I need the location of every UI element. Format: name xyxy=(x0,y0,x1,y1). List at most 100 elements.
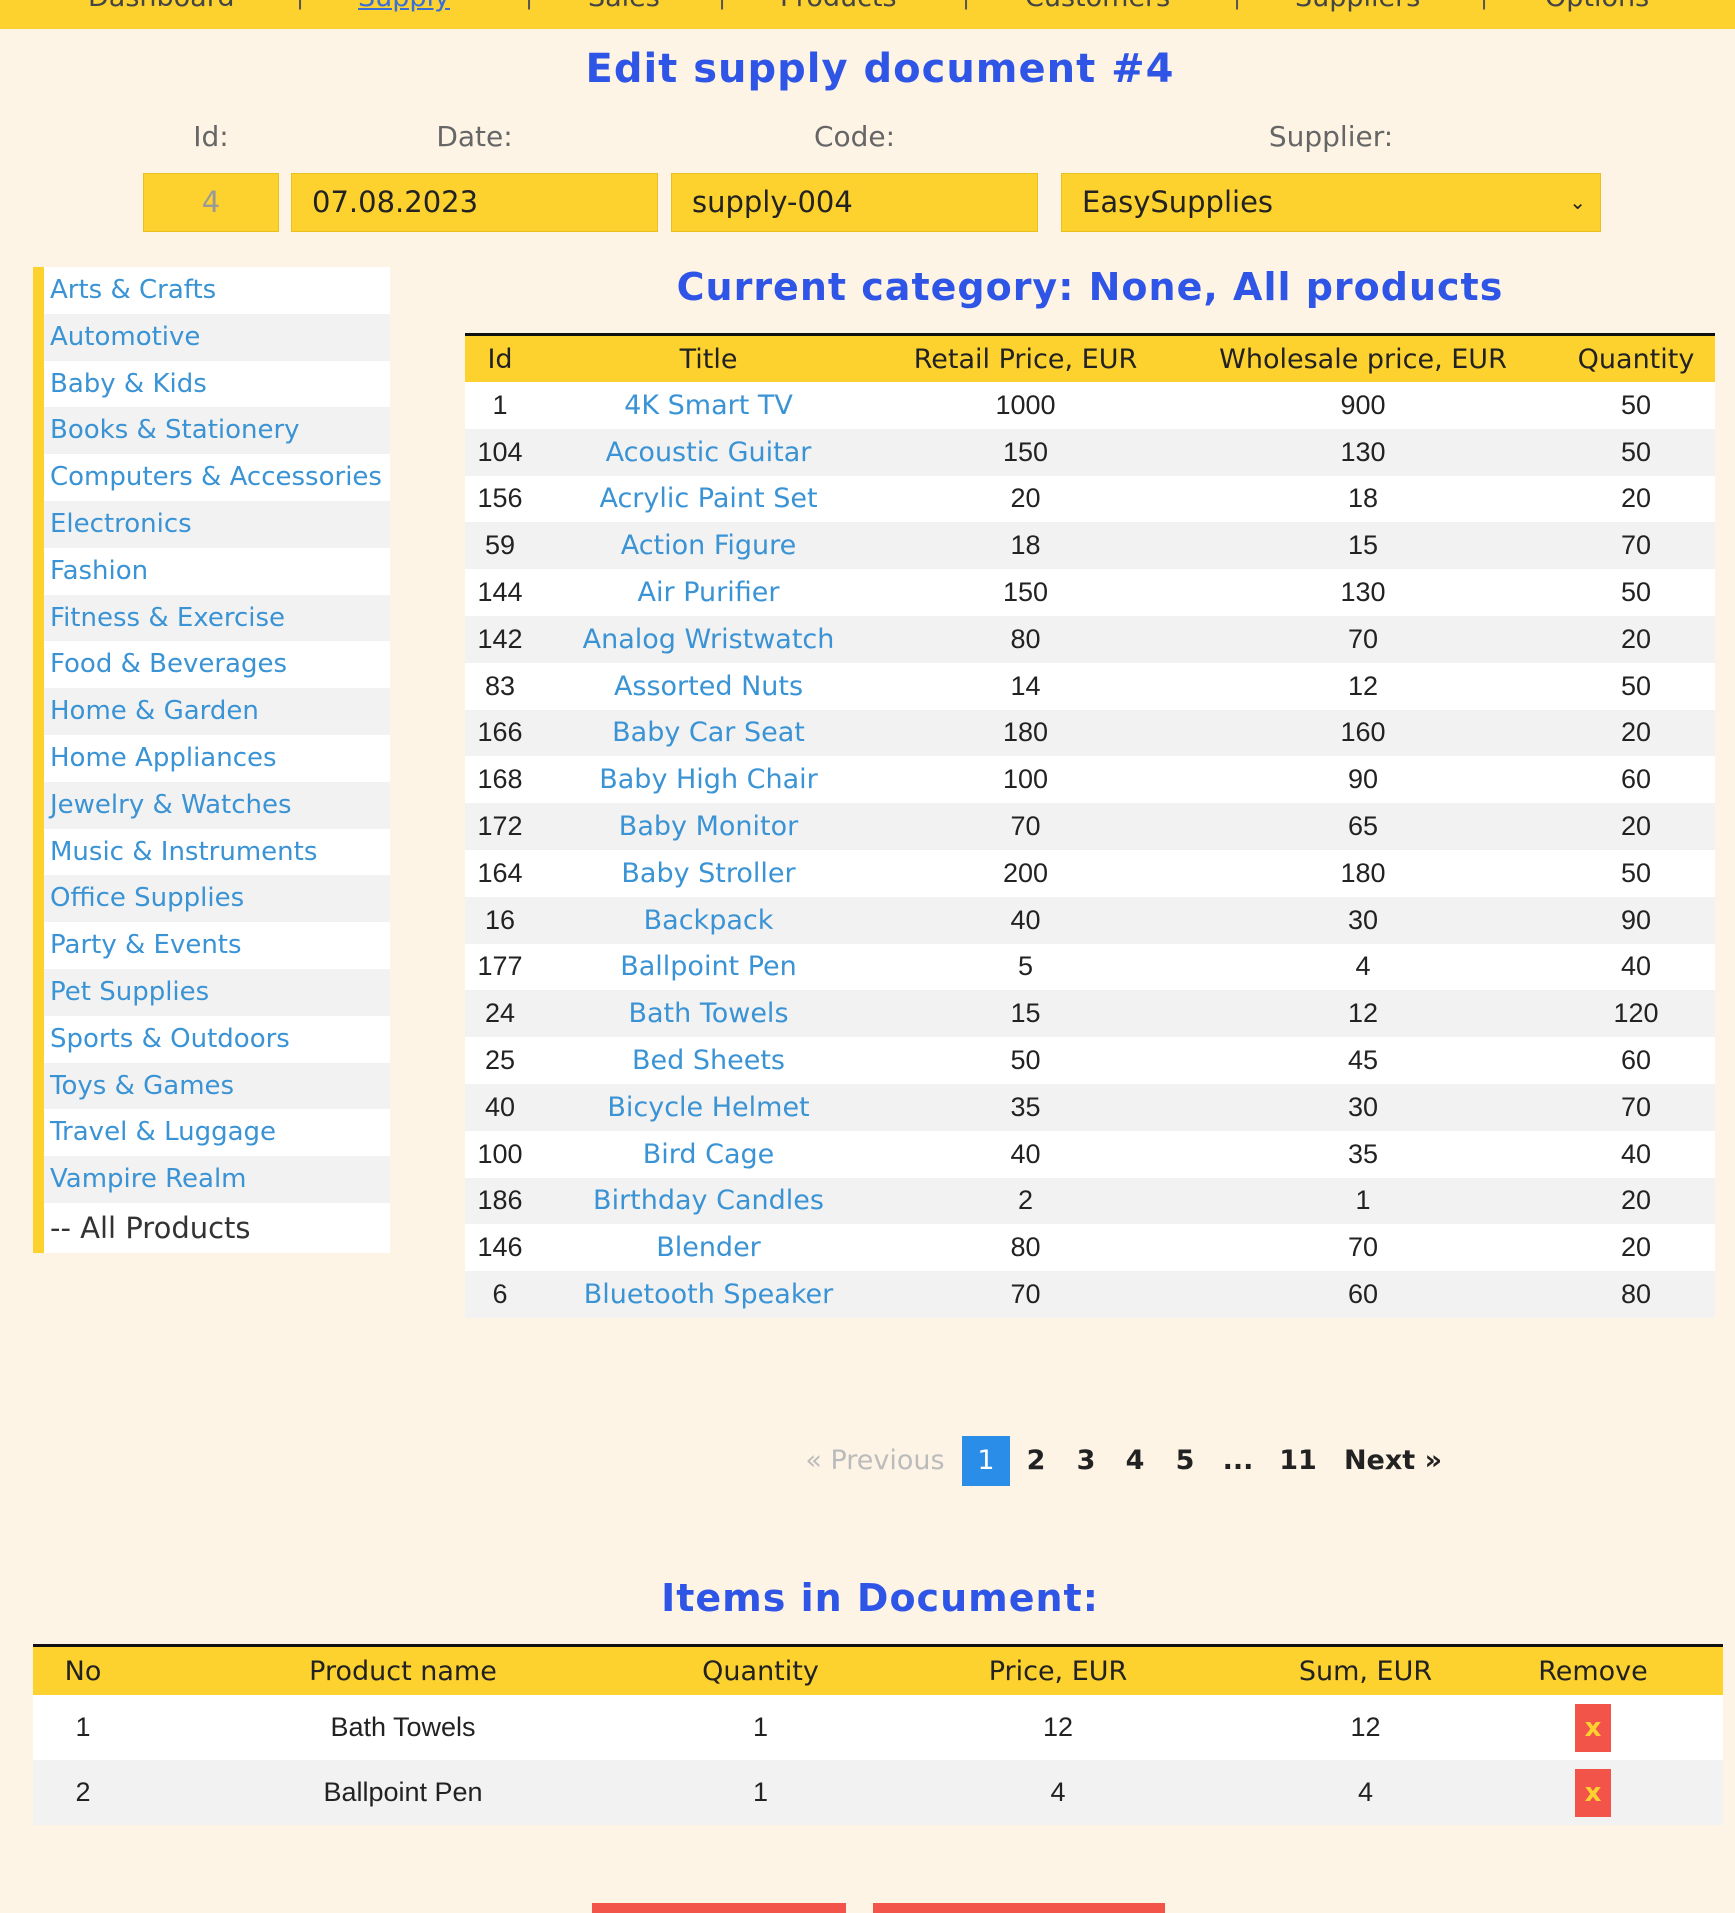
cell-product-name: Ballpoint Pen xyxy=(133,1760,673,1825)
nav-supply[interactable]: Supply xyxy=(358,0,450,13)
cell-wholesale-price: 130 xyxy=(1169,569,1557,616)
category-item[interactable]: Sports & Outdoors xyxy=(44,1015,390,1063)
product-title-link[interactable]: Baby Monitor xyxy=(535,803,882,850)
category-item[interactable]: Food & Beverages xyxy=(44,641,390,689)
nav-customers[interactable]: Customers xyxy=(1025,0,1170,13)
nav-suppliers[interactable]: Suppliers xyxy=(1295,0,1420,13)
cancel-button[interactable] xyxy=(873,1903,1165,1913)
cell-id: 168 xyxy=(465,756,535,804)
date-field[interactable]: 07.08.2023 xyxy=(291,173,658,232)
category-item[interactable]: Fashion xyxy=(44,547,390,595)
category-item[interactable]: Pet Supplies xyxy=(44,968,390,1016)
next-page-button[interactable]: Next » xyxy=(1338,1436,1448,1486)
nav-sales[interactable]: Sales xyxy=(588,0,660,13)
product-title-link[interactable]: Baby Stroller xyxy=(535,849,882,897)
product-title-link[interactable]: Bed Sheets xyxy=(535,1037,882,1084)
col-header-wholesale-price[interactable]: Wholesale price, EUR xyxy=(1169,334,1557,382)
product-title-link[interactable]: Air Purifier xyxy=(535,569,882,616)
code-field[interactable]: supply-004 xyxy=(671,173,1038,232)
cell-quantity: 120 xyxy=(1557,990,1715,1038)
col-header-quantity[interactable]: Quantity xyxy=(1557,334,1715,382)
category-item[interactable]: Party & Events xyxy=(44,922,390,969)
category-item[interactable]: Music & Instruments xyxy=(44,828,390,876)
product-title-link[interactable]: Ballpoint Pen xyxy=(535,943,882,991)
product-title-link[interactable]: Blender xyxy=(535,1224,882,1272)
cell-retail-price: 35 xyxy=(882,1083,1169,1131)
cell-quantity: 70 xyxy=(1557,522,1715,570)
category-item[interactable]: Jewelry & Watches xyxy=(44,781,390,829)
product-title-link[interactable]: Acoustic Guitar xyxy=(535,428,882,476)
product-title-link[interactable]: Analog Wristwatch xyxy=(535,615,882,663)
cell-quantity: 70 xyxy=(1557,1083,1715,1131)
category-item[interactable]: Vampire Realm xyxy=(44,1156,390,1203)
category-item[interactable]: Home & Garden xyxy=(44,688,390,735)
page-button-2[interactable]: 2 xyxy=(1012,1436,1060,1486)
nav-options[interactable]: Options xyxy=(1545,0,1649,13)
category-item[interactable]: Arts & Crafts xyxy=(44,267,390,314)
category-item[interactable]: Office Supplies xyxy=(44,875,390,923)
product-title-link[interactable]: Bluetooth Speaker xyxy=(535,1271,882,1318)
category-item[interactable]: Toys & Games xyxy=(44,1062,390,1110)
cell-quantity: 40 xyxy=(1557,1130,1715,1178)
cell-id: 16 xyxy=(465,896,535,944)
category-all-products[interactable]: -- All Products xyxy=(44,1202,390,1253)
save-button[interactable] xyxy=(592,1903,846,1913)
product-title-link[interactable]: Bird Cage xyxy=(535,1130,882,1178)
product-title-link[interactable]: Birthday Candles xyxy=(535,1177,882,1225)
cell-retail-price: 5 xyxy=(882,943,1169,991)
category-item[interactable]: Computers & Accessories xyxy=(44,454,390,501)
cell-wholesale-price: 90 xyxy=(1169,756,1557,804)
product-row: 59 Action Figure 18 15 70 xyxy=(465,522,1715,570)
remove-item-button[interactable]: x xyxy=(1575,1703,1611,1752)
page-button-3[interactable]: 3 xyxy=(1062,1436,1110,1486)
product-row: 164 Baby Stroller 200 180 50 xyxy=(465,849,1715,897)
col-header-product-name: Product name xyxy=(133,1645,673,1695)
cell-retail-price: 40 xyxy=(882,1130,1169,1178)
category-item[interactable]: Electronics xyxy=(44,500,390,548)
page-button-5[interactable]: 5 xyxy=(1161,1436,1209,1486)
cell-retail-price: 15 xyxy=(882,990,1169,1038)
product-title-link[interactable]: Bicycle Helmet xyxy=(535,1083,882,1131)
product-row: 172 Baby Monitor 70 65 20 xyxy=(465,803,1715,850)
cell-id: 25 xyxy=(465,1037,535,1084)
product-row: 104 Acoustic Guitar 150 130 50 xyxy=(465,428,1715,476)
page-button-11[interactable]: 11 xyxy=(1268,1436,1328,1486)
category-item[interactable]: Travel & Luggage xyxy=(44,1109,390,1157)
product-title-link[interactable]: Action Figure xyxy=(535,522,882,570)
page-button-1[interactable]: 1 xyxy=(962,1436,1010,1486)
cell-quantity: 50 xyxy=(1557,382,1715,429)
category-item[interactable]: Fitness & Exercise xyxy=(44,594,390,642)
cell-id: 172 xyxy=(465,803,535,850)
cell-quantity: 20 xyxy=(1557,1224,1715,1272)
product-row: 6 Bluetooth Speaker 70 60 80 xyxy=(465,1271,1715,1318)
nav-products[interactable]: Products xyxy=(780,0,897,13)
product-title-link[interactable]: Bath Towels xyxy=(535,990,882,1038)
page-button-4[interactable]: 4 xyxy=(1111,1436,1159,1486)
supplier-select-value: EasySupplies xyxy=(1082,185,1274,219)
category-item[interactable]: Baby & Kids xyxy=(44,360,390,408)
product-title-link[interactable]: Baby High Chair xyxy=(535,756,882,804)
cell-wholesale-price: 60 xyxy=(1169,1271,1557,1318)
product-title-link[interactable]: Acrylic Paint Set xyxy=(535,475,882,523)
product-title-link[interactable]: Backpack xyxy=(535,896,882,944)
nav-dashboard[interactable]: Dashboard xyxy=(88,0,234,13)
supplier-select[interactable]: EasySupplies ⌄ xyxy=(1061,173,1601,232)
chevron-down-icon: ⌄ xyxy=(1569,190,1586,214)
remove-item-button[interactable]: x xyxy=(1575,1768,1611,1817)
category-item[interactable]: Automotive xyxy=(44,313,390,361)
product-title-link[interactable]: 4K Smart TV xyxy=(535,382,882,429)
col-header-retail-price[interactable]: Retail Price, EUR xyxy=(882,334,1169,382)
product-title-link[interactable]: Assorted Nuts xyxy=(535,662,882,710)
col-header-title[interactable]: Title xyxy=(535,334,882,382)
cell-product-name: Bath Towels xyxy=(133,1695,673,1760)
cell-id: 142 xyxy=(465,615,535,663)
col-header-no: No xyxy=(33,1645,133,1695)
col-header-id[interactable]: Id xyxy=(465,334,535,382)
category-item[interactable]: Home Appliances xyxy=(44,734,390,782)
cell-quantity: 50 xyxy=(1557,428,1715,476)
cell-id: 40 xyxy=(465,1083,535,1131)
product-title-link[interactable]: Baby Car Seat xyxy=(535,709,882,757)
cell-no: 1 xyxy=(33,1695,133,1760)
cell-remove: x xyxy=(1463,1695,1723,1760)
category-item[interactable]: Books & Stationery xyxy=(44,407,390,455)
